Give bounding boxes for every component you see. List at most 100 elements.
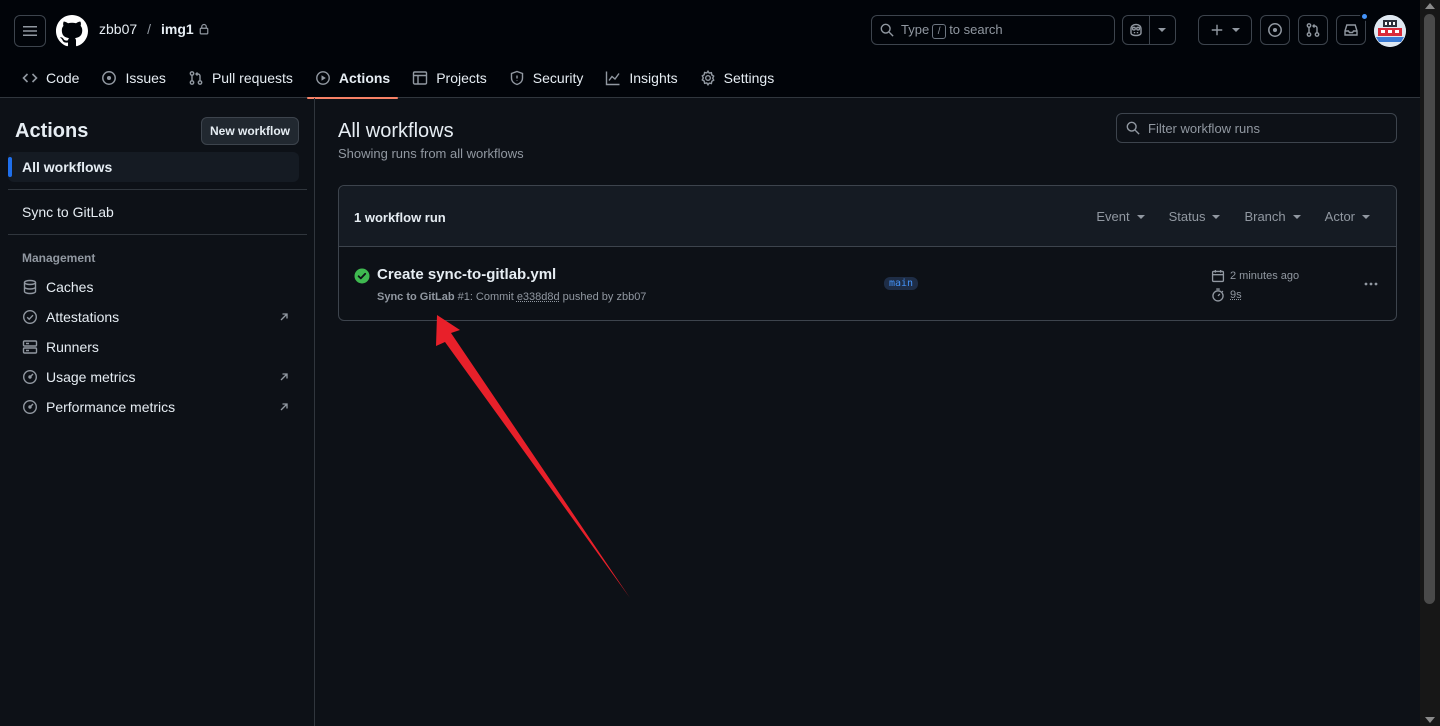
your-pull-requests-button[interactable] xyxy=(1298,15,1328,45)
chevron-down-icon xyxy=(1362,214,1370,219)
sidebar-title: Actions xyxy=(15,120,89,142)
server-icon xyxy=(22,340,38,354)
global-search-input[interactable]: Type / to search xyxy=(871,15,1115,45)
play-icon xyxy=(315,71,330,85)
run-more-options-button[interactable] xyxy=(1357,273,1385,295)
chevron-down-icon xyxy=(1136,214,1145,219)
actions-sidebar: Actions New workflow All workflows Sync … xyxy=(0,98,315,726)
filter-branch-dropdown[interactable]: Branch xyxy=(1244,209,1301,224)
run-number: #1: xyxy=(457,291,473,303)
sidebar-item-caches[interactable]: Caches xyxy=(22,273,298,301)
notification-dot xyxy=(1360,12,1369,21)
copilot-icon xyxy=(1130,23,1142,37)
chevron-down-icon xyxy=(1232,28,1240,32)
stopwatch-icon xyxy=(1212,288,1224,302)
sidebar-item-label: Performance metrics xyxy=(46,399,176,415)
tab-insights-label: Insights xyxy=(629,70,678,86)
filter-event-dropdown[interactable]: Event xyxy=(1096,209,1145,224)
chevron-down-icon xyxy=(1158,28,1167,32)
kebab-horizontal-icon xyxy=(1364,282,1378,286)
commit-sha-link[interactable]: e338d8d xyxy=(517,291,560,303)
page-subtitle: Showing runs from all workflows xyxy=(338,146,524,161)
database-icon xyxy=(23,279,37,295)
tab-projects-label: Projects xyxy=(436,70,487,86)
run-commit-prefix: Commit xyxy=(475,291,514,303)
scroll-down-arrow-icon[interactable] xyxy=(1425,717,1435,723)
tab-security-label: Security xyxy=(532,70,584,86)
filter-label: Branch xyxy=(1244,209,1286,224)
sidebar-item-label: All workflows xyxy=(22,159,113,175)
run-title-link[interactable]: Create sync-to-gitlab.yml xyxy=(377,266,556,283)
filter-actor-dropdown[interactable]: Actor xyxy=(1325,209,1370,224)
run-duration: 9s xyxy=(1211,288,1242,302)
workflow-run-row: Create sync-to-gitlab.yml Sync to GitLab… xyxy=(339,248,1396,321)
hamburger-icon xyxy=(23,26,37,36)
tab-pull-requests-label: Pull requests xyxy=(211,70,293,86)
sidebar-item-label: Runners xyxy=(46,339,99,355)
sidebar-item-label: Usage metrics xyxy=(46,369,136,385)
tab-actions[interactable]: Actions xyxy=(306,58,399,99)
scrollbar-thumb[interactable] xyxy=(1424,14,1435,604)
issue-icon xyxy=(102,71,117,85)
sidebar-item-sync-to-gitlab[interactable]: Sync to GitLab xyxy=(8,197,299,227)
sidebar-item-performance-metrics[interactable]: Performance metrics xyxy=(22,393,298,421)
sidebar-item-attestations[interactable]: Attestations xyxy=(22,303,298,331)
breadcrumb-separator: / xyxy=(147,21,152,37)
chevron-down-icon xyxy=(1292,214,1301,219)
menu-button[interactable] xyxy=(14,15,46,47)
search-icon xyxy=(880,23,894,37)
copilot-menu-button[interactable] xyxy=(1150,28,1176,32)
sidebar-item-usage-metrics[interactable]: Usage metrics xyxy=(22,363,298,391)
run-filters: Event Status Branch Actor xyxy=(1096,209,1370,224)
external-link-icon xyxy=(280,313,288,321)
page-scrollbar[interactable] xyxy=(1420,0,1440,726)
runs-count: 1 workflow run xyxy=(354,210,446,225)
filter-workflow-runs-input[interactable]: Filter workflow runs xyxy=(1116,113,1397,143)
sidebar-item-runners[interactable]: Runners xyxy=(22,333,298,361)
breadcrumb: zbb07 / img1 xyxy=(99,21,210,37)
tab-settings[interactable]: Settings xyxy=(692,58,783,98)
run-timestamp: 2 minutes ago xyxy=(1211,269,1299,283)
meter-icon xyxy=(22,369,38,385)
table-icon xyxy=(413,71,428,85)
run-time-ago: 2 minutes ago xyxy=(1230,270,1300,282)
filter-status-dropdown[interactable]: Status xyxy=(1169,209,1221,224)
page-title: All workflows xyxy=(338,120,454,142)
your-issues-button[interactable] xyxy=(1260,15,1290,45)
code-icon xyxy=(22,73,38,83)
copilot-button[interactable] xyxy=(1123,22,1149,38)
tab-projects[interactable]: Projects xyxy=(404,58,495,98)
github-logo-icon[interactable] xyxy=(56,15,88,47)
branch-badge[interactable]: main xyxy=(884,277,919,290)
filter-label: Actor xyxy=(1324,209,1355,224)
tab-issues[interactable]: Issues xyxy=(93,58,173,98)
filter-placeholder: Filter workflow runs xyxy=(1148,120,1260,136)
calendar-icon xyxy=(1211,270,1225,283)
tab-security[interactable]: Security xyxy=(501,58,592,98)
chevron-down-icon xyxy=(1212,214,1221,219)
create-new-button[interactable] xyxy=(1198,15,1252,45)
new-workflow-button[interactable]: New workflow xyxy=(201,117,299,145)
plus-icon xyxy=(1211,24,1223,36)
breadcrumb-repo[interactable]: img1 xyxy=(161,21,194,37)
verified-icon xyxy=(22,309,38,325)
workflow-runs-list: 1 workflow run Event Status Branch Actor… xyxy=(338,185,1397,321)
graph-icon xyxy=(606,71,620,86)
shield-icon xyxy=(510,70,523,86)
scroll-up-arrow-icon[interactable] xyxy=(1425,3,1435,9)
tab-insights[interactable]: Insights xyxy=(597,58,685,98)
tab-code[interactable]: Code xyxy=(14,58,87,98)
tab-issues-label: Issues xyxy=(125,70,166,86)
user-avatar[interactable] xyxy=(1374,15,1406,47)
search-placeholder: Type / to search xyxy=(901,22,1003,39)
sidebar-item-label: Attestations xyxy=(46,309,120,325)
search-shortcut-key: / xyxy=(932,23,947,39)
breadcrumb-owner[interactable]: zbb07 xyxy=(99,21,137,37)
repo-nav: Code Issues Pull requests Actions Projec… xyxy=(0,58,788,99)
issue-icon xyxy=(1268,23,1282,37)
sidebar-item-all-workflows[interactable]: All workflows xyxy=(8,152,299,182)
tab-pull-requests[interactable]: Pull requests xyxy=(180,58,301,98)
run-meta: Sync to GitLab #1: Commit e338d8d pushed… xyxy=(377,291,646,303)
notifications-button[interactable] xyxy=(1336,12,1369,45)
tab-actions-label: Actions xyxy=(338,70,391,86)
